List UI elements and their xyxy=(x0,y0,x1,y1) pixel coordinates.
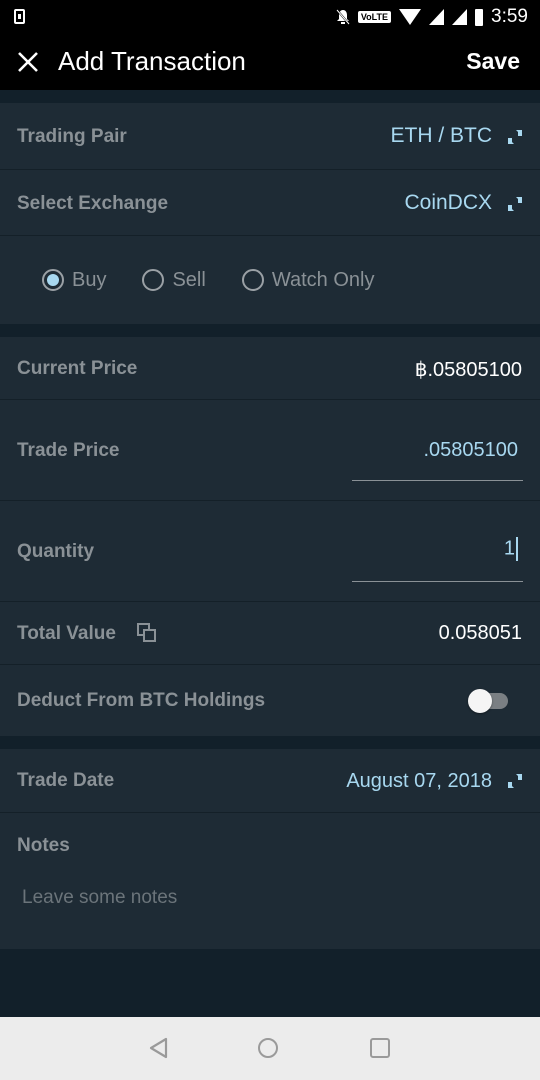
status-time: 3:59 xyxy=(491,6,528,27)
quantity-row: Quantity 1 xyxy=(0,501,540,602)
transaction-type-radio-group: Buy Sell Watch Only xyxy=(0,236,540,324)
signal-icon xyxy=(452,9,468,25)
trade-price-underline xyxy=(352,480,523,481)
exchange-value[interactable]: CoinDCX xyxy=(404,191,492,215)
back-icon[interactable] xyxy=(148,1037,170,1059)
total-value-value: 0.058051 xyxy=(438,622,522,644)
volte-icon: VoLTE xyxy=(357,11,392,23)
deduct-label: Deduct From BTC Holdings xyxy=(17,690,266,711)
close-icon[interactable] xyxy=(14,48,42,76)
section-divider xyxy=(0,90,540,103)
notes-input[interactable]: Leave some notes xyxy=(22,887,177,909)
trade-price-label: Trade Price xyxy=(17,440,120,461)
radio-sell-label: Sell xyxy=(172,268,206,291)
copy-icon[interactable] xyxy=(137,623,157,643)
deduct-toggle[interactable] xyxy=(468,689,508,713)
radio-selected-icon[interactable] xyxy=(42,269,64,291)
deduct-row: Deduct From BTC Holdings xyxy=(0,665,540,736)
radio-buy[interactable]: Buy xyxy=(42,269,106,292)
trading-pair-row[interactable]: Trading Pair ETH / BTC xyxy=(0,103,540,170)
trade-price-row: Trade Price .05805100 xyxy=(0,400,540,501)
trading-pair-label: Trading Pair xyxy=(17,126,127,147)
section-divider xyxy=(0,736,540,749)
download-icon xyxy=(14,9,25,24)
trade-date-row[interactable]: Trade Date August 07, 2018 xyxy=(0,749,540,813)
signal-icon xyxy=(429,9,445,25)
notes-row: Notes Leave some notes xyxy=(0,813,540,949)
quantity-label: Quantity xyxy=(17,541,95,562)
radio-buy-label: Buy xyxy=(72,268,107,291)
toggle-thumb[interactable] xyxy=(468,689,492,713)
expand-icon[interactable] xyxy=(507,196,523,212)
radio-watch-only-label: Watch Only xyxy=(271,268,375,291)
transaction-type-row: Buy Sell Watch Only xyxy=(0,236,540,324)
current-price-row: Current Price ฿.05805100 xyxy=(0,337,540,400)
radio-unselected-icon[interactable] xyxy=(241,269,264,291)
exchange-row[interactable]: Select Exchange CoinDCX xyxy=(0,170,540,236)
trade-date-value[interactable]: August 07, 2018 xyxy=(346,770,492,793)
system-nav-bar xyxy=(0,1017,540,1080)
app-bar: Add Transaction Save xyxy=(0,34,540,90)
transaction-form: Trading Pair ETH / BTC Select Exchange C… xyxy=(0,90,540,949)
radio-watch-only[interactable]: Watch Only xyxy=(241,268,375,292)
trading-pair-value[interactable]: ETH / BTC xyxy=(390,124,492,148)
expand-icon[interactable] xyxy=(507,773,523,789)
home-icon[interactable] xyxy=(258,1038,278,1058)
expand-icon[interactable] xyxy=(507,129,523,145)
status-bar: VoLTE 3:59 xyxy=(0,0,540,34)
radio-unselected-icon[interactable] xyxy=(142,269,165,291)
quantity-input[interactable]: 1 xyxy=(504,537,518,561)
page-title: Add Transaction xyxy=(58,46,246,76)
radio-sell[interactable]: Sell xyxy=(142,268,206,292)
wifi-icon xyxy=(399,9,422,25)
current-price-value: ฿.05805100 xyxy=(414,359,522,381)
exchange-label: Select Exchange xyxy=(17,193,169,214)
current-price-label: Current Price xyxy=(17,358,138,379)
trade-price-input[interactable]: .05805100 xyxy=(423,439,518,462)
quantity-underline xyxy=(352,581,523,582)
section-divider xyxy=(0,324,540,337)
battery-icon xyxy=(475,8,484,26)
save-button[interactable]: Save xyxy=(466,48,520,75)
notes-label: Notes xyxy=(17,835,70,856)
notifications-off-icon xyxy=(336,9,350,25)
recents-icon[interactable] xyxy=(370,1038,390,1058)
trade-date-label: Trade Date xyxy=(17,770,115,791)
quantity-value: 1 xyxy=(503,537,515,560)
total-value-label: Total Value xyxy=(17,623,116,644)
total-value-row: Total Value 0.058051 xyxy=(0,602,540,665)
text-cursor xyxy=(516,537,518,561)
